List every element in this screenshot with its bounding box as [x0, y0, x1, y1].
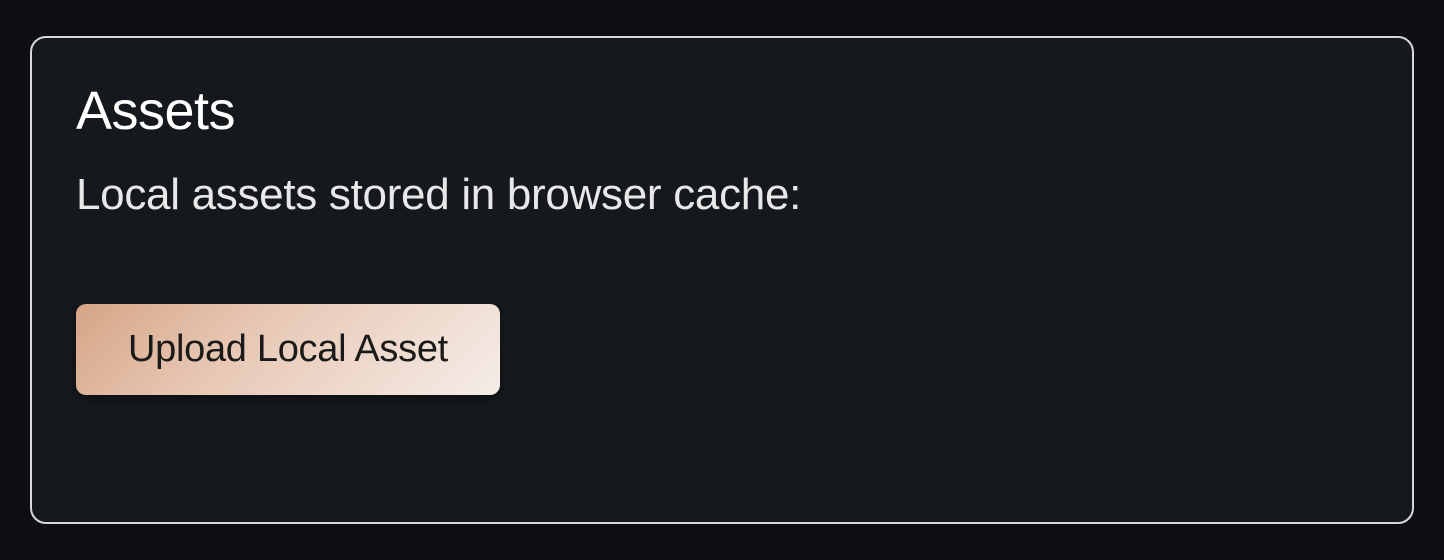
assets-card: Assets Local assets stored in browser ca… — [30, 36, 1414, 524]
upload-local-asset-button[interactable]: Upload Local Asset — [76, 304, 500, 395]
card-description: Local assets stored in browser cache: — [76, 170, 1368, 220]
card-title: Assets — [76, 80, 1368, 142]
